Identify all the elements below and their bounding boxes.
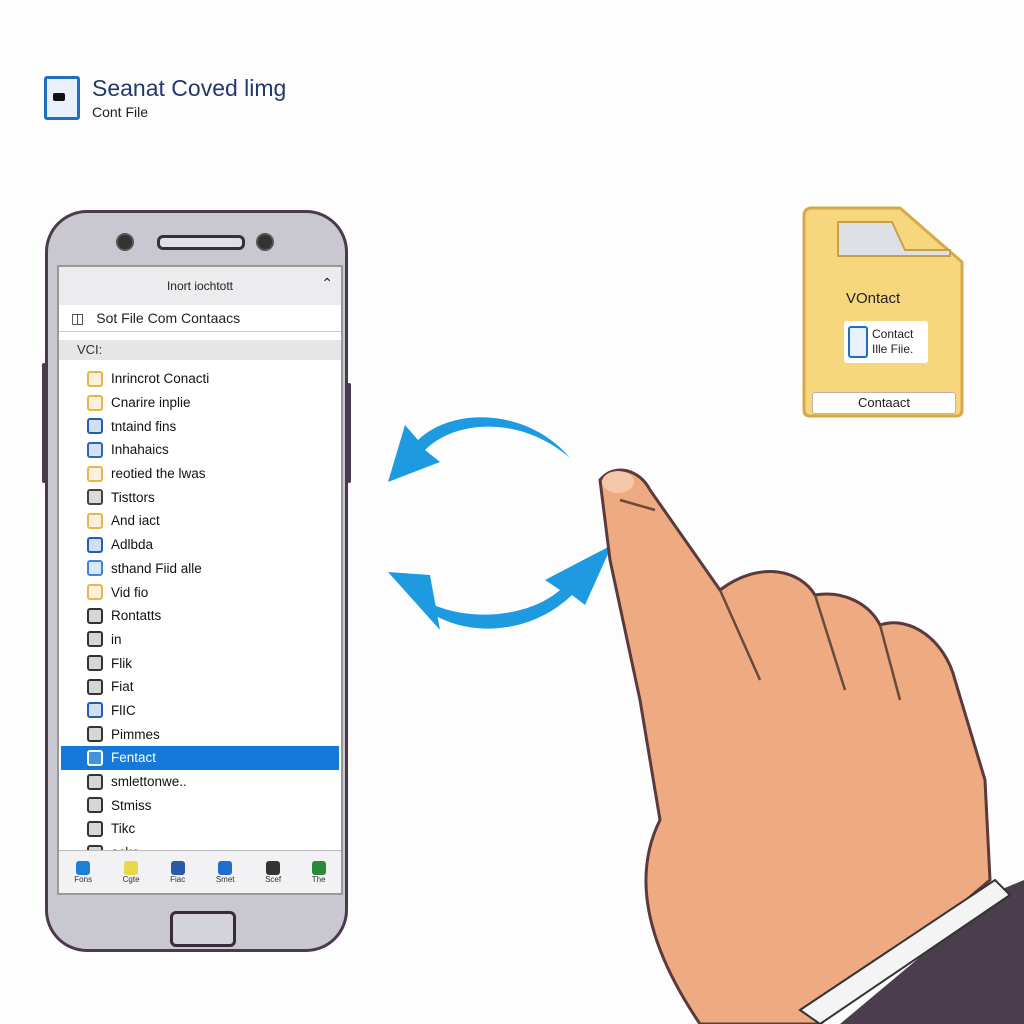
contact-folder[interactable]: VOntact Contact Ille Fiie. Contaact <box>804 208 962 416</box>
contact-file-icon <box>848 326 868 358</box>
illustration <box>388 206 1024 1024</box>
card-line1: Contact <box>872 327 914 341</box>
arrow-left-icon <box>388 417 570 482</box>
sync-arrows <box>388 417 612 630</box>
pointing-hand <box>598 468 1024 1024</box>
folder-title: VOntact <box>846 290 901 307</box>
contact-button[interactable]: Contaact <box>812 392 956 414</box>
card-line2: Ille Fiie. <box>872 342 914 356</box>
contact-file-card: Contact Ille Fiie. <box>844 321 928 363</box>
